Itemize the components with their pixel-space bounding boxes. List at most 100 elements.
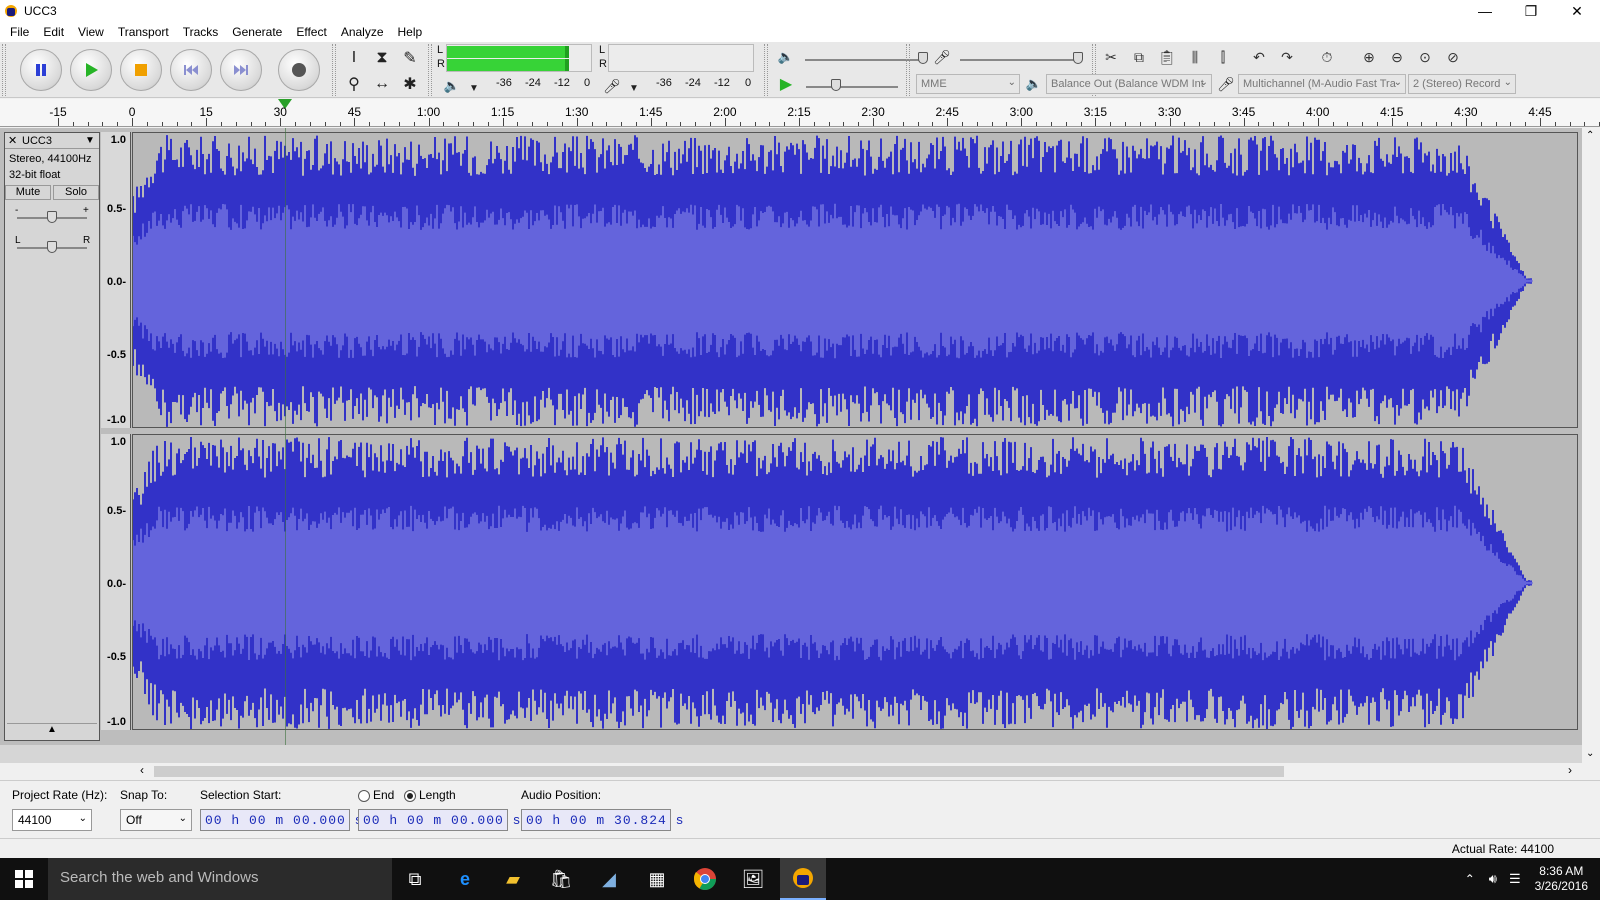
pause-button[interactable] — [20, 49, 62, 91]
input-device-dropdown[interactable]: Multichannel (M-Audio Fast Tra ⌄ — [1238, 74, 1406, 94]
timeshift-tool-icon[interactable]: ↔ — [370, 72, 394, 96]
play-speed-slider[interactable] — [806, 86, 898, 88]
undo-icon[interactable]: ↶ — [1248, 46, 1270, 68]
pan-slider-knob[interactable] — [47, 241, 57, 253]
meter-grip[interactable] — [428, 44, 432, 96]
menu-effect[interactable]: Effect — [289, 25, 333, 39]
track-name[interactable]: UCC3 — [22, 135, 52, 147]
record-meter-dropdown-icon[interactable]: ▼ — [622, 76, 646, 100]
image-viewer-icon[interactable]: 🖼︎ — [738, 864, 768, 894]
menu-tracks[interactable]: Tracks — [176, 25, 226, 39]
edge-browser-icon[interactable]: e — [450, 864, 480, 894]
draw-tool-icon[interactable]: ✎ — [398, 46, 422, 70]
tools-grip[interactable] — [332, 44, 336, 96]
scroll-left-icon[interactable]: ‹ — [140, 763, 144, 777]
copy-icon[interactable]: ⧉ — [1128, 46, 1150, 68]
track-control-panel[interactable]: ✕ UCC3 ▼ Stereo, 44100Hz 32-bit float Mu… — [4, 132, 100, 741]
device-grip[interactable] — [906, 44, 910, 96]
audacity-taskbar-icon[interactable] — [780, 858, 826, 900]
output-volume-knob[interactable] — [918, 52, 928, 64]
fit-project-icon[interactable]: ⊘ — [1442, 46, 1464, 68]
selection-start-field[interactable]: 00 h 00 m 00.000 s — [200, 809, 362, 831]
menu-generate[interactable]: Generate — [225, 25, 289, 39]
menu-transport[interactable]: Transport — [111, 25, 176, 39]
cut-icon[interactable]: ✂ — [1100, 46, 1122, 68]
silence-icon[interactable]: ⫿ — [1212, 46, 1234, 68]
project-rate-combo[interactable]: 44100 ⌄ — [12, 809, 92, 831]
scroll-down-icon[interactable]: ⌄ — [1586, 748, 1594, 759]
horizontal-scroll-thumb[interactable] — [154, 766, 1284, 777]
toolbar-grip[interactable] — [2, 44, 6, 96]
record-button[interactable] — [278, 49, 320, 91]
track-menu-arrow-icon[interactable]: ▼ — [85, 135, 95, 146]
length-radio[interactable] — [404, 790, 416, 802]
notifications-tray-icon[interactable]: ☰ — [1509, 871, 1521, 887]
stop-button[interactable] — [120, 49, 162, 91]
paste-icon[interactable]: 📋︎ — [1156, 46, 1178, 68]
sync-lock-icon[interactable]: ⏱ — [1316, 46, 1338, 68]
track-title-bar[interactable]: ✕ UCC3 ▼ — [5, 133, 99, 149]
minimize-button[interactable]: — — [1462, 0, 1508, 22]
horizontal-scrollbar[interactable]: ‹ › — [132, 763, 1582, 779]
menu-analyze[interactable]: Analyze — [334, 25, 391, 39]
input-volume-slider[interactable] — [960, 59, 1080, 61]
track-close-icon[interactable]: ✕ — [8, 134, 17, 147]
selection-tool-icon[interactable]: I — [342, 46, 366, 70]
end-radio[interactable] — [358, 790, 370, 802]
audio-host-dropdown[interactable]: MME ⌄ — [916, 74, 1020, 94]
task-view-icon[interactable]: ⧉ — [400, 864, 430, 894]
menu-edit[interactable]: Edit — [36, 25, 71, 39]
mixer-grip[interactable] — [764, 44, 768, 96]
play-button[interactable] — [70, 49, 112, 91]
play-speed-knob[interactable] — [831, 79, 841, 91]
close-button[interactable]: ✕ — [1554, 0, 1600, 22]
right-channel-waveform[interactable] — [132, 434, 1578, 730]
redo-icon[interactable]: ↷ — [1276, 46, 1298, 68]
output-device-dropdown[interactable]: Balance Out (Balance WDM Int ⌄ — [1046, 74, 1212, 94]
selection-length-field[interactable]: 00 h 00 m 00.000 s — [358, 809, 520, 831]
menu-view[interactable]: View — [71, 25, 111, 39]
menu-help[interactable]: Help — [391, 25, 430, 39]
left-channel-waveform[interactable] — [132, 132, 1578, 428]
gain-slider-knob[interactable] — [47, 211, 57, 223]
trim-icon[interactable]: ⫼ — [1184, 46, 1206, 68]
multi-tool-icon[interactable]: ✱ — [398, 72, 422, 96]
store-icon[interactable]: 🛍︎ — [546, 864, 576, 894]
maximize-button[interactable]: ❐ — [1508, 0, 1554, 22]
menu-file[interactable]: File — [3, 25, 36, 39]
zoom-in-icon[interactable]: ⊕ — [1358, 46, 1380, 68]
notes-app-icon[interactable]: ◢ — [594, 864, 624, 894]
track-collapse-button[interactable]: ▲ — [7, 723, 97, 738]
volume-tray-icon[interactable]: 🔊︎ — [1489, 871, 1497, 887]
tracks-area[interactable]: ✕ UCC3 ▼ Stereo, 44100Hz 32-bit float Mu… — [0, 128, 1582, 745]
vertical-scrollbar[interactable]: ⌃ ⌄ — [1582, 128, 1600, 765]
file-explorer-icon[interactable]: ▰ — [498, 864, 528, 894]
skip-to-start-button[interactable] — [170, 49, 212, 91]
taskbar-search-box[interactable]: Search the web and Windows — [48, 858, 392, 900]
zoom-out-icon[interactable]: ⊖ — [1386, 46, 1408, 68]
mute-button[interactable]: Mute — [5, 185, 51, 200]
ruler-tick — [1213, 122, 1215, 126]
scroll-up-icon[interactable]: ⌃ — [1586, 130, 1594, 141]
audio-position-field[interactable]: 00 h 00 m 30.824 s — [521, 809, 683, 831]
playback-meter[interactable] — [446, 44, 592, 72]
chrome-browser-icon[interactable] — [690, 864, 720, 894]
snap-to-combo[interactable]: Off ⌄ — [120, 809, 192, 831]
calculator-icon[interactable]: ▦ — [642, 864, 672, 894]
play-at-speed-icon[interactable]: ▶ — [774, 72, 798, 96]
tray-expand-icon[interactable]: ⌃ — [1465, 872, 1475, 886]
input-volume-knob[interactable] — [1073, 52, 1083, 64]
envelope-tool-icon[interactable]: ⧗ — [370, 46, 394, 70]
record-meter[interactable] — [608, 44, 754, 72]
ruler-tick — [1332, 122, 1334, 126]
start-button[interactable] — [0, 858, 48, 900]
fit-selection-icon[interactable]: ⊙ — [1414, 46, 1436, 68]
taskbar-clock[interactable]: 8:36 AM 3/26/2016 — [1535, 864, 1588, 894]
zoom-tool-icon[interactable]: ⚲ — [342, 72, 366, 96]
playback-meter-dropdown-icon[interactable]: ▼ — [462, 76, 486, 100]
scroll-right-icon[interactable]: › — [1568, 763, 1572, 777]
skip-to-end-button[interactable] — [220, 49, 262, 91]
timeline-ruler[interactable]: -15 0 15 30 45 1:00 1:15 1:30 1:45 2:00 2:15 2:30 2:… — [0, 99, 1600, 127]
input-channels-dropdown[interactable]: 2 (Stereo) Record ⌄ — [1408, 74, 1516, 94]
solo-button[interactable]: Solo — [53, 185, 99, 200]
